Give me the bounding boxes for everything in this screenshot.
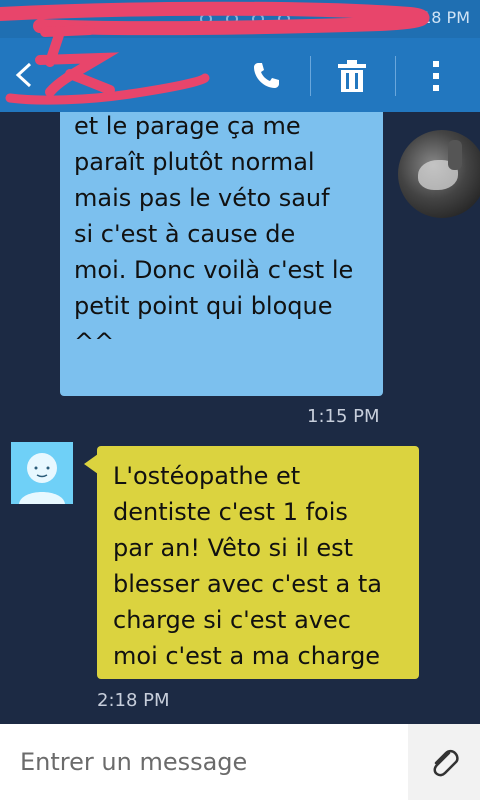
back-button[interactable] [8,58,42,92]
contact-avatar[interactable] [11,442,73,504]
message-line: charge si c'est avec [113,606,351,634]
more-vertical-icon [433,61,439,91]
message-line: blesser avec c'est a ta [113,570,382,598]
contact-avatar-photo[interactable] [398,130,480,218]
message-line: petit point qui bloque [74,292,333,320]
status-bar: 1:18 PM [0,0,480,38]
paperclip-icon [433,749,459,777]
message-line: et le parage ça me [74,112,301,140]
message-line: moi c'est a ma charge [113,642,381,670]
message-line: si c'est à cause de [74,220,296,248]
divider [395,56,396,96]
message-bubble-incoming[interactable]: L'ostéopathe et dentiste c'est 1 fois pa… [84,446,419,679]
call-button[interactable] [246,56,286,96]
status-icons [200,10,370,28]
message-line: par an! Vêto si il est [113,534,354,562]
composer-bar [0,724,480,800]
message-line: L'ostéopathe et [113,462,301,490]
attach-button[interactable] [408,724,480,800]
message-bubble-outgoing[interactable]: et le parage ça me paraît plutôt normal … [60,112,383,396]
divider [310,56,311,96]
message-input[interactable] [0,724,408,800]
bubble-tail [84,454,98,474]
delete-button[interactable] [332,56,372,96]
more-options-button[interactable] [416,56,456,96]
status-time: 1:18 PM [405,8,470,27]
person-icon [19,453,65,504]
message-line: ^^ [74,328,115,356]
message-line: moi. Donc voilà c'est le [74,256,354,284]
message-timestamp: 2:18 PM [97,690,170,711]
message-timestamp: 1:15 PM [307,406,380,427]
message-line: mais pas le véto sauf [74,184,330,212]
chevron-left-icon [15,62,32,88]
message-line: dentiste c'est 1 fois [113,498,348,526]
phone-icon [254,63,279,88]
conversation-thread[interactable]: et le parage ça me paraît plutôt normal … [0,112,480,724]
message-line: paraît plutôt normal [74,148,315,176]
action-bar [0,38,480,112]
trash-icon [338,60,366,92]
